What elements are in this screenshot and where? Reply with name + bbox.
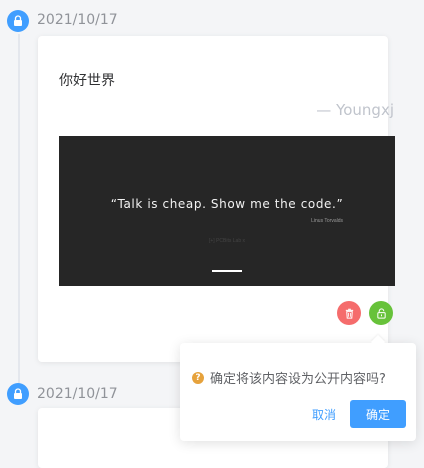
timeline-dot bbox=[7, 383, 29, 405]
timeline-date: 2021/10/17 bbox=[37, 386, 118, 402]
cancel-button[interactable]: 取消 bbox=[310, 402, 338, 427]
timeline-dot bbox=[7, 10, 29, 32]
popconfirm: ? 确定将该内容设为公开内容吗? 取消 确定 bbox=[180, 334, 416, 441]
image-author: Linus Torvalds bbox=[311, 218, 343, 224]
make-public-button[interactable] bbox=[369, 301, 393, 325]
timeline-date: 2021/10/17 bbox=[37, 12, 118, 28]
popconfirm-text: 确定将该内容设为公开内容吗? bbox=[210, 372, 386, 387]
question-icon: ? bbox=[192, 371, 204, 384]
post-image: “Talk is cheap. Show me the code.” Linus… bbox=[59, 136, 395, 286]
post-signature: — Youngxj bbox=[316, 101, 394, 119]
lock-icon bbox=[14, 15, 22, 26]
confirm-button[interactable]: 确定 bbox=[350, 400, 406, 428]
image-faded-text: [+] PCBits Lab x bbox=[209, 238, 245, 244]
unlock-icon bbox=[376, 307, 386, 319]
popconfirm-message: ? 确定将该内容设为公开内容吗? bbox=[192, 368, 386, 387]
post-content: 你好世界 bbox=[59, 73, 115, 89]
post-card: 你好世界 — Youngxj “Talk is cheap. Show me t… bbox=[38, 36, 395, 362]
lock-icon bbox=[14, 388, 22, 399]
timeline-line bbox=[18, 34, 20, 384]
delete-button[interactable] bbox=[337, 301, 361, 325]
trash-icon bbox=[345, 308, 353, 319]
image-quote: “Talk is cheap. Show me the code.” bbox=[110, 197, 344, 211]
carousel-indicator[interactable] bbox=[212, 270, 242, 272]
